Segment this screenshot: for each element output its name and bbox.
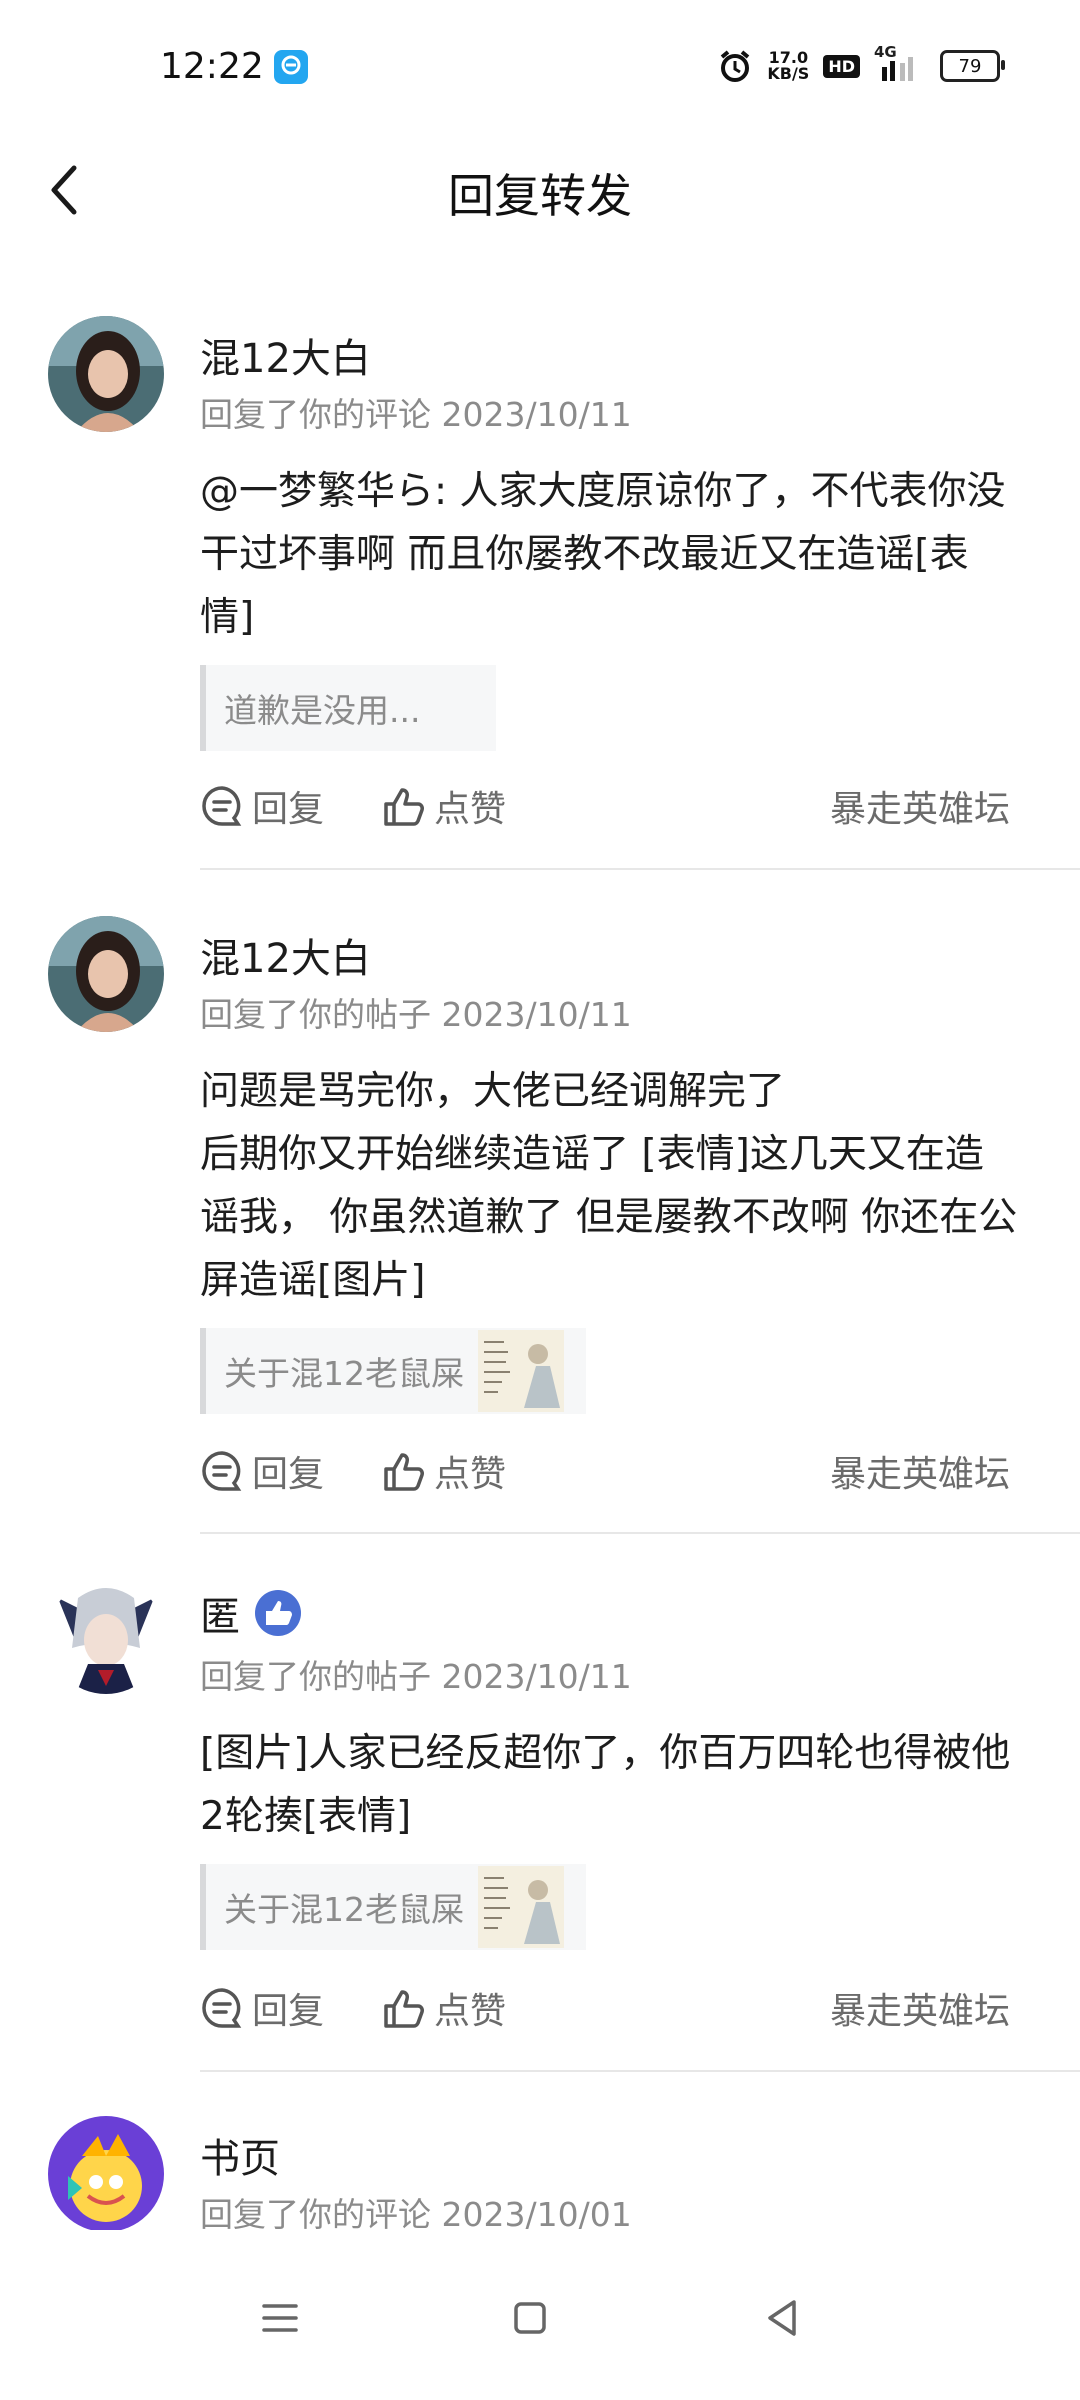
list-item[interactable]: 混12大白 回复了你的帖子 2023/10/11 问题是骂完你，大佬已经调解完了… <box>0 910 1080 1535</box>
item-content[interactable]: 问题是骂完你，大佬已经调解完了 后期你又开始继续造谣了 [表情]这几天又在造谣我… <box>200 1060 1020 1312</box>
avatar[interactable] <box>48 2116 164 2230</box>
item-meta: 回复了你的评论 2023/10/01 <box>200 2195 632 2230</box>
divider <box>200 868 1080 870</box>
item-content[interactable]: [图片]人家已经反超你了，你百万四轮也得被他2轮揍[表情] <box>200 1722 1020 1848</box>
user-name-row: 匿 <box>200 1584 302 1642</box>
item-content[interactable]: @一梦繁华ら: 人家大度原谅你了，不代表你没干过坏事啊 而且你屡教不改最近又在造… <box>200 460 1020 649</box>
user-name[interactable]: 书页 <box>200 2126 280 2184</box>
item-actions: 回复 点赞 暴走英雄坛 <box>200 1445 1010 1505</box>
avatar[interactable] <box>48 916 164 1032</box>
status-time: 12:22 <box>160 46 264 87</box>
like-label: 点赞 <box>434 789 507 830</box>
forum-link[interactable]: 暴走英雄坛 <box>830 1982 1010 2034</box>
back-triangle-icon <box>768 2300 796 2336</box>
quoted-post[interactable]: 道歉是没用... <box>200 665 496 751</box>
reply-button[interactable]: 回复 <box>200 1982 324 2034</box>
comment-icon <box>202 1988 242 2028</box>
list-item[interactable]: 匿 回复了你的帖子 2023/10/11 [图片]人家已经反超你了，你百万四轮也… <box>0 1572 1080 2072</box>
quoted-post[interactable]: 关于混12老鼠屎 <box>200 1328 586 1414</box>
quote-thumbnail <box>478 1866 564 1948</box>
thumbs-up-icon <box>384 788 424 826</box>
forum-link[interactable]: 暴走英雄坛 <box>830 1445 1010 1497</box>
status-bar: 12:22 17.0 KB/S HD 4G 79 <box>0 0 1080 120</box>
user-name[interactable]: 混12大白 <box>200 926 371 984</box>
reply-label: 回复 <box>252 789 325 830</box>
list-item[interactable]: 混12大白 回复了你的评论 2023/10/11 @一梦繁华ら: 人家大度原谅你… <box>0 310 1080 870</box>
reply-label: 回复 <box>252 1454 325 1495</box>
item-meta: 回复了你的帖子 2023/10/11 <box>200 995 632 1034</box>
item-actions: 回复 点赞 暴走英雄坛 <box>200 1982 1010 2042</box>
like-label: 点赞 <box>434 1991 507 2032</box>
reply-button[interactable]: 回复 <box>200 780 324 832</box>
item-meta: 回复了你的帖子 2023/10/11 <box>200 1657 632 1696</box>
network-speed: 17.0 KB/S <box>767 48 810 83</box>
menu-button[interactable] <box>250 2288 310 2348</box>
user-name[interactable]: 混12大白 <box>200 326 371 384</box>
signal-icon: 4G <box>874 43 926 83</box>
like-label: 点赞 <box>434 1454 507 1495</box>
home-button[interactable] <box>500 2288 560 2348</box>
comment-icon <box>202 786 242 826</box>
app-notification-icon <box>274 50 308 84</box>
like-button[interactable]: 点赞 <box>382 1445 506 1497</box>
divider <box>200 1532 1080 1534</box>
home-square-icon <box>514 2302 546 2334</box>
thumbs-up-icon <box>384 1453 424 1491</box>
item-meta: 回复了你的评论 2023/10/11 <box>200 395 632 434</box>
like-button[interactable]: 点赞 <box>382 780 506 832</box>
divider <box>200 2070 1080 2072</box>
avatar[interactable] <box>48 1578 164 1694</box>
user-name[interactable]: 匿 <box>200 1584 240 1642</box>
quoted-post[interactable]: 关于混12老鼠屎 <box>200 1864 586 1950</box>
system-navigation-bar <box>0 2230 1080 2400</box>
status-icons: 17.0 KB/S HD 4G 79 <box>717 43 1005 84</box>
menu-icon <box>262 2304 298 2332</box>
quote-thumbnail <box>478 1330 564 1412</box>
quote-text: 关于混12老鼠屎 <box>224 1890 464 1929</box>
back-nav-button[interactable] <box>752 2288 812 2348</box>
item-actions: 回复 点赞 暴走英雄坛 <box>200 780 1010 840</box>
page-title: 回复转发 <box>448 169 632 223</box>
reply-label: 回复 <box>252 1991 325 2032</box>
quote-text: 关于混12老鼠屎 <box>224 1354 464 1393</box>
list-item[interactable]: 书页 回复了你的评论 2023/10/01 <box>0 2110 1080 2230</box>
like-button[interactable]: 点赞 <box>382 1982 506 2034</box>
comment-icon <box>202 1451 242 1491</box>
hd-badge: HD <box>823 54 860 78</box>
forum-link[interactable]: 暴走英雄坛 <box>830 780 1010 832</box>
thumbs-up-icon <box>384 1990 424 2028</box>
avatar[interactable] <box>48 316 164 432</box>
reply-button[interactable]: 回复 <box>200 1445 324 1497</box>
alarm-icon <box>721 50 750 82</box>
battery-icon: 79 <box>940 50 1005 82</box>
thumbs-up-badge-icon <box>255 1590 301 1636</box>
header: 回复转发 <box>0 140 1080 250</box>
quote-text: 道歉是没用... <box>224 691 421 730</box>
